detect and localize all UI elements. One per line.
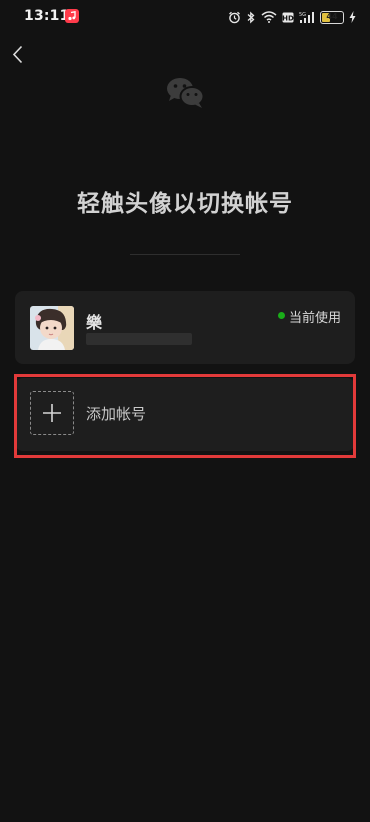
alarm-icon xyxy=(228,11,241,24)
battery-level-text: 44 xyxy=(326,11,338,21)
charging-icon xyxy=(349,11,356,23)
current-status-dot xyxy=(278,312,285,319)
status-icons: HD 5G 44 xyxy=(228,8,356,26)
account-name: 樂 xyxy=(86,313,103,332)
current-status-label: 当前使用 xyxy=(289,311,342,326)
page-title: 轻触头像以切换帐号 xyxy=(77,191,293,217)
bluetooth-icon xyxy=(246,11,256,24)
avatar[interactable] xyxy=(30,306,74,350)
music-app-icon xyxy=(65,9,79,23)
signal-icon: 5G xyxy=(299,11,315,24)
back-button[interactable] xyxy=(8,40,34,70)
account-item[interactable]: 樂 当前使用 xyxy=(15,291,355,364)
wechat-logo-icon xyxy=(165,76,207,110)
svg-text:HD: HD xyxy=(282,14,294,22)
svg-text:5G: 5G xyxy=(299,12,306,18)
title-divider xyxy=(130,254,240,255)
wifi-icon xyxy=(261,11,277,23)
hd-icon: HD xyxy=(282,12,294,23)
add-account-placeholder xyxy=(30,391,74,435)
account-id-redacted xyxy=(86,333,192,345)
battery-icon: 44 xyxy=(320,10,344,24)
status-bar: 13:11 HD 5G 44 xyxy=(0,0,370,34)
add-account-button[interactable]: 添加帐号 xyxy=(15,378,355,451)
add-account-label: 添加帐号 xyxy=(86,405,147,423)
status-time: 13:11 xyxy=(24,8,70,24)
